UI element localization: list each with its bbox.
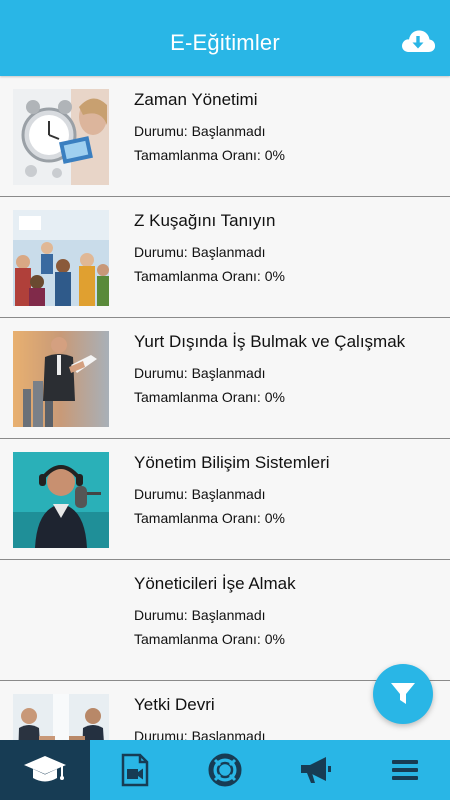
page-title: E-Eğitimler [170,30,280,55]
course-completion: Tamamlanma Oranı: 0% [134,147,285,163]
course-title: Yöneticileri İşe Almak [134,574,296,593]
cloud-download-icon[interactable] [400,26,436,56]
course-status: Durumu: Başlanmadı [134,123,266,139]
megaphone-icon [301,757,331,783]
course-title: Yurt Dışında İş Bulmak ve Çalışmak [134,332,406,351]
video-file-icon [121,753,149,787]
bottom-tab-bar [0,740,450,800]
course-status: Durumu: Başlanmadı [134,365,266,381]
tab-trainings[interactable] [0,740,90,800]
course-completion: Tamamlanma Oranı: 0% [134,389,285,405]
course-title: Yetki Devri [134,695,215,714]
course-title: Z Kuşağını Tanıyın [134,211,276,230]
life-ring-icon [208,753,242,787]
course-card[interactable]: Yurt Dışında İş Bulmak ve Çalışmak Durum… [0,318,450,439]
course-completion: Tamamlanma Oranı: 0% [134,631,285,647]
tab-videos[interactable] [90,740,180,800]
course-thumbnail [13,331,109,427]
app-header: E-Eğitimler [0,0,450,76]
graduation-cap-icon [24,756,66,782]
course-title: Yönetim Bilişim Sistemleri [134,453,330,472]
course-status: Durumu: Başlanmadı [134,728,266,740]
course-completion: Tamamlanma Oranı: 0% [134,510,285,526]
course-card[interactable]: Yönetim Bilişim Sistemleri Durumu: Başla… [0,439,450,560]
course-thumbnail [13,210,109,306]
tab-announcements[interactable] [270,740,360,800]
course-thumbnail [13,452,109,548]
menu-icon [392,760,418,780]
tab-support[interactable] [180,740,270,800]
course-status: Durumu: Başlanmadı [134,244,266,260]
course-card[interactable]: Z Kuşağını Tanıyın Durumu: Başlanmadı Ta… [0,197,450,318]
filter-icon [391,683,415,704]
tab-menu[interactable] [360,740,450,800]
course-thumbnail [13,89,109,185]
course-list: Zaman Yönetimi Durumu: Başlanmadı Tamaml… [0,76,450,740]
course-title: Zaman Yönetimi [134,90,258,109]
course-status: Durumu: Başlanmadı [134,607,266,623]
course-card[interactable]: Zaman Yönetimi Durumu: Başlanmadı Tamaml… [0,76,450,197]
course-completion: Tamamlanma Oranı: 0% [134,268,285,284]
course-thumbnail [13,694,109,740]
course-card[interactable]: Yöneticileri İşe Almak Durumu: Başlanmad… [0,560,450,681]
course-status: Durumu: Başlanmadı [134,486,266,502]
filter-button[interactable] [373,664,433,724]
